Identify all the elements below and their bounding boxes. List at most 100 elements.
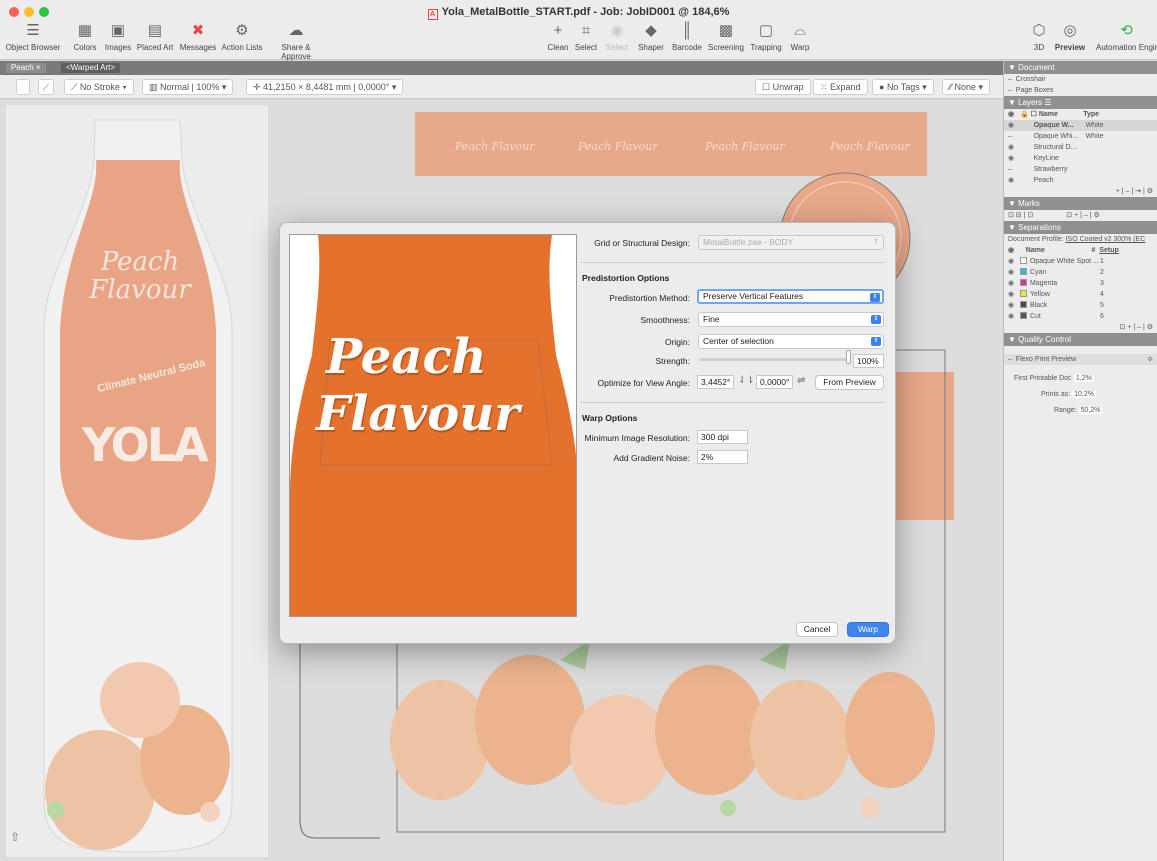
strength-slider-knob[interactable] bbox=[846, 350, 851, 364]
toolbar-label: Preview bbox=[1054, 43, 1086, 52]
page-boxes-row[interactable]: – Page Boxes bbox=[1004, 85, 1157, 96]
eye-icon[interactable]: ◉ bbox=[1008, 289, 1018, 300]
crosshair-row[interactable]: – Crosshair bbox=[1004, 74, 1157, 85]
predistortion-method-popup[interactable]: Preserve Vertical Features ⇕ bbox=[697, 289, 884, 304]
stroke-swatch-icon[interactable]: ⟋ bbox=[38, 79, 54, 95]
strength-slider-track[interactable] bbox=[699, 358, 849, 361]
separation-number: 6 bbox=[1099, 313, 1104, 320]
eye-icon[interactable]: ◉ bbox=[1008, 142, 1018, 153]
toolbar-messages[interactable]: ✖ Messages bbox=[178, 22, 218, 52]
toolbar-images[interactable]: ▣ Images bbox=[102, 22, 134, 52]
eye-icon[interactable]: ◉ bbox=[1008, 278, 1018, 289]
select-disabled-icon: ◉ bbox=[610, 22, 624, 39]
flexo-print-preview-row[interactable]: – Flexo Print Preview ≎ bbox=[1004, 354, 1157, 365]
tab-peach[interactable]: Peach × bbox=[6, 63, 46, 73]
expand-button[interactable]: ⁙ Expand bbox=[813, 79, 868, 95]
origin-popup[interactable]: Center of selection ⇕ bbox=[698, 334, 884, 349]
prints-as-value[interactable]: 10,2% bbox=[1072, 391, 1096, 398]
toolbar-preview[interactable]: ◎ Preview bbox=[1053, 22, 1087, 52]
separation-row[interactable]: ◉ Magenta 3 bbox=[1004, 278, 1157, 289]
min-resolution-field[interactable]: 300 dpi bbox=[697, 430, 748, 444]
eye-icon[interactable]: ◉ bbox=[1008, 120, 1018, 131]
layer-actions[interactable]: + | – | ⇥ | ⚙ bbox=[1004, 186, 1157, 197]
eye-icon[interactable]: ◉ bbox=[1008, 267, 1018, 278]
layer-row[interactable]: – Strawberry bbox=[1004, 164, 1157, 175]
cancel-button[interactable]: Cancel bbox=[796, 622, 838, 637]
leaf-1 bbox=[560, 640, 590, 670]
marks-toolbar[interactable]: ⊡ ⊟ | ⊡ ⊡ + | – | ⚙ bbox=[1004, 210, 1157, 221]
trapping-icon: ▢ bbox=[758, 22, 774, 39]
eye-icon[interactable]: ◉ bbox=[1008, 311, 1018, 322]
blend-dropdown[interactable]: ▥ Normal | 100% ▾ bbox=[142, 79, 234, 95]
gradient-noise-field[interactable]: 2% bbox=[697, 450, 748, 464]
document-profile-row[interactable]: Document Profile: ISO Coated v2 300% (EC bbox=[1004, 234, 1157, 245]
range-value[interactable]: 50,2% bbox=[1078, 407, 1103, 414]
document-panel-header[interactable]: ▼ Document bbox=[1004, 61, 1157, 74]
separation-row[interactable]: ◉ Cyan 2 bbox=[1004, 267, 1157, 278]
toolbar-placed-art[interactable]: ▤ Placed Art bbox=[135, 22, 175, 52]
layer-row[interactable]: ◉ Peach bbox=[1004, 175, 1157, 186]
separations-panel-header[interactable]: ▼ Separations bbox=[1004, 221, 1157, 234]
separation-row[interactable]: ◉ Black 5 bbox=[1004, 300, 1157, 311]
none-dropdown[interactable]: ⁄⁄ None ▾ bbox=[942, 79, 991, 95]
toolbar-trapping[interactable]: ▢ Trapping bbox=[747, 22, 785, 52]
export-icon[interactable]: ⇧ bbox=[10, 830, 20, 844]
toolbar-warp[interactable]: ⌓ Warp bbox=[786, 22, 814, 52]
gradient-noise-label: Add Gradient Noise: bbox=[613, 453, 690, 463]
toolbar-share-approve[interactable]: ☁ Share & Approve bbox=[267, 22, 325, 61]
stroke-dropdown[interactable]: ⟋ No Stroke ▾ bbox=[64, 79, 134, 95]
separation-row[interactable]: ◉ Opaque White Spot ...1 bbox=[1004, 256, 1157, 267]
marks-panel-header[interactable]: ▼ Marks bbox=[1004, 197, 1157, 210]
close-tab-icon[interactable]: × bbox=[36, 63, 41, 72]
toolbar-shaper[interactable]: ◆ Shaper bbox=[635, 22, 667, 52]
toolbar-colors[interactable]: ▦ Colors bbox=[70, 22, 100, 52]
fruit-6 bbox=[845, 672, 935, 788]
toolbar-barcode[interactable]: ║ Barcode bbox=[670, 22, 704, 52]
eye-icon[interactable]: ◉ bbox=[1008, 153, 1018, 164]
vertical-angle-icon[interactable]: ⇌ bbox=[797, 375, 805, 386]
images-icon: ▣ bbox=[110, 22, 126, 39]
separation-actions[interactable]: ⊡ + | – | ⚙ bbox=[1004, 322, 1157, 333]
eye-icon[interactable]: ◉ bbox=[1008, 256, 1018, 267]
layer-row[interactable]: – Opaque Whi... White bbox=[1004, 131, 1157, 142]
breadcrumb-warped-art[interactable]: <Warped Art> bbox=[61, 63, 121, 73]
toolbar-select[interactable]: ⌗ Select bbox=[573, 22, 599, 52]
strength-field[interactable]: 100% bbox=[853, 354, 884, 368]
crosshair-label: Crosshair bbox=[1015, 76, 1046, 83]
coordinates-field[interactable]: ✛ 41,2150 × 8,4481 mm | 0,0000° ▾ bbox=[246, 79, 404, 95]
separation-name: Cut bbox=[1029, 313, 1041, 320]
eye-icon[interactable]: – bbox=[1008, 131, 1018, 142]
toolbar-object-browser[interactable]: ☰ Object Browser bbox=[4, 22, 62, 52]
toolbar-screening[interactable]: ▩ Screening bbox=[706, 22, 746, 52]
flexo-toggle-icon[interactable]: ≎ bbox=[1147, 354, 1157, 365]
eye-icon[interactable]: – bbox=[1008, 164, 1018, 175]
toolbar-automation-engine[interactable]: ⟲ Automation Engine bbox=[1096, 22, 1157, 52]
layer-row[interactable]: ◉ Structural D... bbox=[1004, 142, 1157, 153]
separation-row[interactable]: ◉ Cut 6 bbox=[1004, 311, 1157, 322]
layer-row[interactable]: ◉ Opaque W... White bbox=[1004, 120, 1157, 131]
layer-row[interactable]: ◉ KeyLine bbox=[1004, 153, 1157, 164]
first-dot-value[interactable]: 1,2% bbox=[1073, 375, 1094, 382]
flexo-label: Flexo Print Preview bbox=[1015, 356, 1077, 363]
doc-profile-value[interactable]: ISO Coated v2 300% (EC bbox=[1066, 236, 1146, 243]
quality-control-panel-header[interactable]: ▼ Quality Control bbox=[1004, 333, 1157, 346]
horizontal-angle-icon[interactable]: ⇃⇂ bbox=[738, 375, 755, 386]
eye-icon[interactable]: ◉ bbox=[1008, 175, 1018, 186]
warp-button[interactable]: Warp bbox=[847, 622, 889, 637]
toolbar-clean[interactable]: + Clean bbox=[545, 22, 571, 52]
sep-col-setup[interactable]: Setup bbox=[1099, 247, 1118, 254]
fill-swatch[interactable] bbox=[16, 79, 30, 95]
unwrap-button[interactable]: ☐ Unwrap bbox=[755, 79, 811, 95]
separation-row[interactable]: ◉ Yellow 4 bbox=[1004, 289, 1157, 300]
smoothness-popup[interactable]: Fine ⇕ bbox=[698, 312, 884, 327]
tags-dropdown[interactable]: ● No Tags ▾ bbox=[872, 79, 934, 95]
view-angle-h-field[interactable]: 3,4452° bbox=[697, 375, 734, 389]
separations-column-header: ◉ Name # Setup bbox=[1004, 245, 1157, 256]
layers-panel-header[interactable]: ▼ Layers ☰ bbox=[1004, 96, 1157, 109]
view-angle-v-field[interactable]: 0,0000° bbox=[756, 375, 793, 389]
toolbar-action-lists[interactable]: ⚙ Action Lists bbox=[220, 22, 264, 52]
toolbar-3d[interactable]: ⬡ 3D bbox=[1028, 22, 1050, 52]
from-preview-button[interactable]: From Preview bbox=[815, 375, 884, 390]
expand-label: Expand bbox=[830, 82, 861, 92]
eye-icon[interactable]: ◉ bbox=[1008, 300, 1018, 311]
